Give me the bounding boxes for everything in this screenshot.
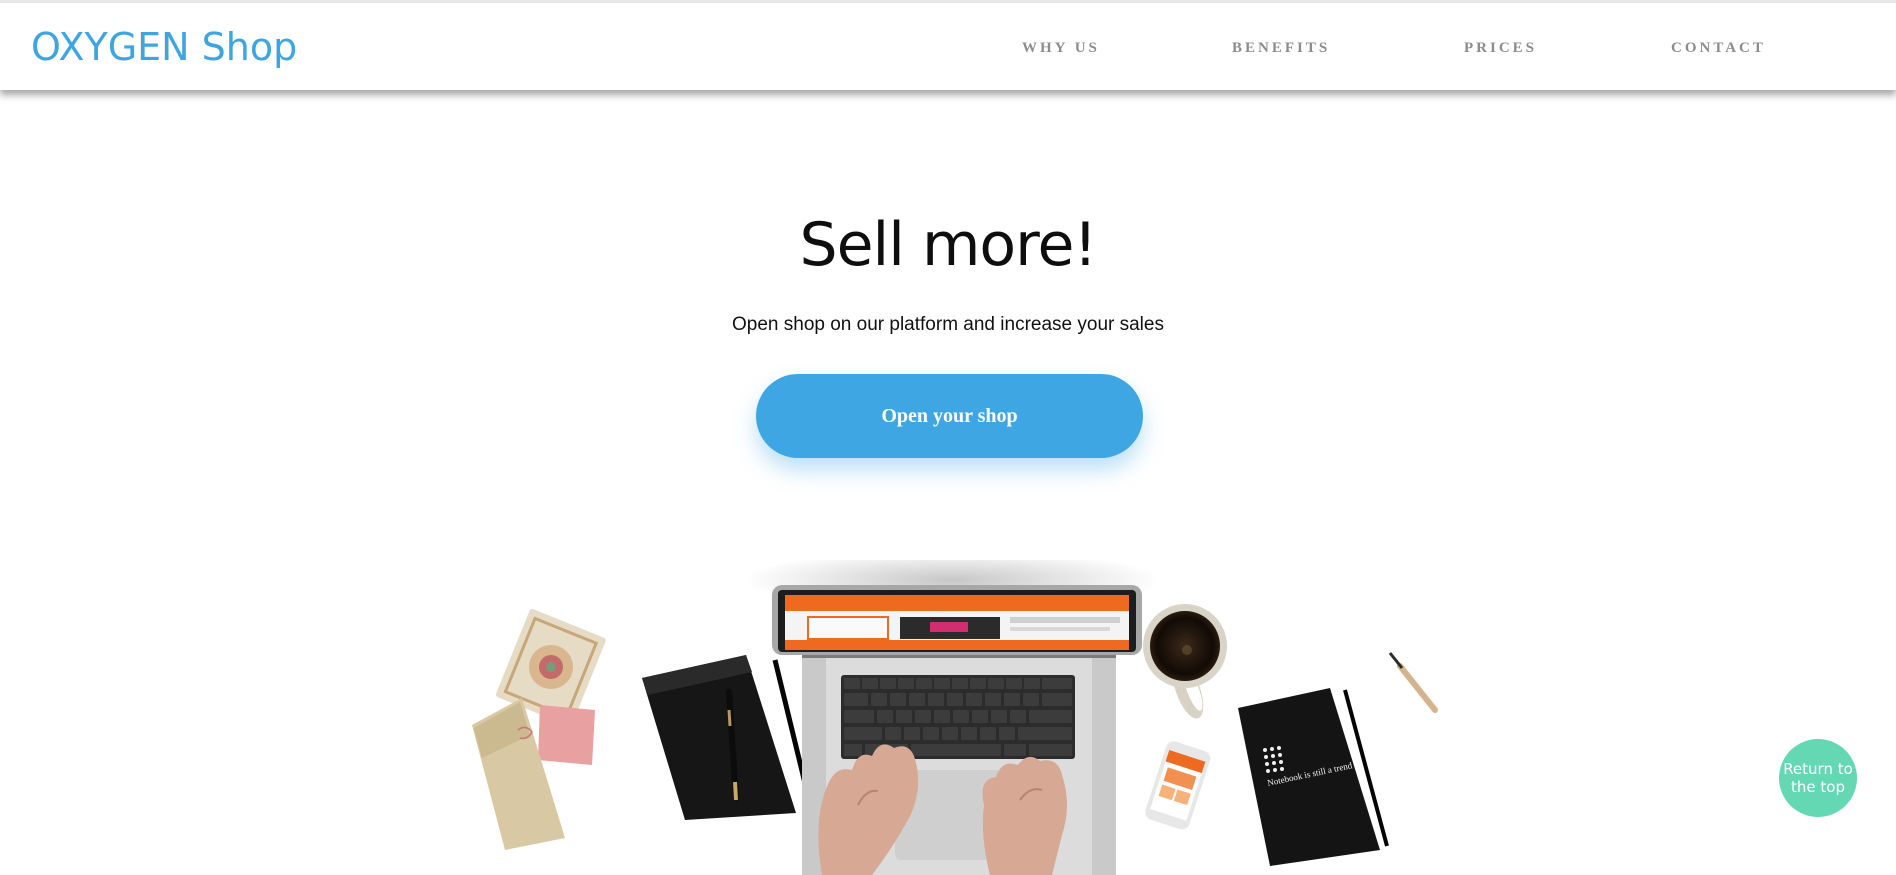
pen-icon [1388, 652, 1438, 713]
main-nav: WHY US BENEFITS PRICES CONTACT [0, 40, 1896, 60]
nav-link-why-us[interactable]: WHY US [1022, 40, 1100, 57]
return-to-top-button[interactable]: Return to the top [1779, 739, 1857, 817]
notebook-icon: Notebook is still a trend [1238, 688, 1389, 866]
hero-title: Sell more! [799, 210, 1098, 280]
nav-link-contact[interactable]: CONTACT [1671, 40, 1766, 57]
greeting-cards-icon [472, 608, 606, 850]
hero-subtitle: Open shop on our platform and increase y… [732, 314, 1164, 335]
notebook-icon [642, 655, 815, 820]
open-shop-button[interactable]: Open your shop [756, 374, 1143, 458]
nav-link-prices[interactable]: PRICES [1464, 40, 1537, 57]
laptop-icon [772, 585, 1142, 875]
coffee-mug-icon [1143, 604, 1227, 719]
nav-link-benefits[interactable]: BENEFITS [1232, 40, 1330, 57]
phone-icon [1145, 741, 1211, 830]
desk-illustration: Notebook is still a trend [472, 560, 1438, 875]
site-header: OXYGEN Shop WHY US BENEFITS PRICES CONTA… [0, 0, 1896, 90]
